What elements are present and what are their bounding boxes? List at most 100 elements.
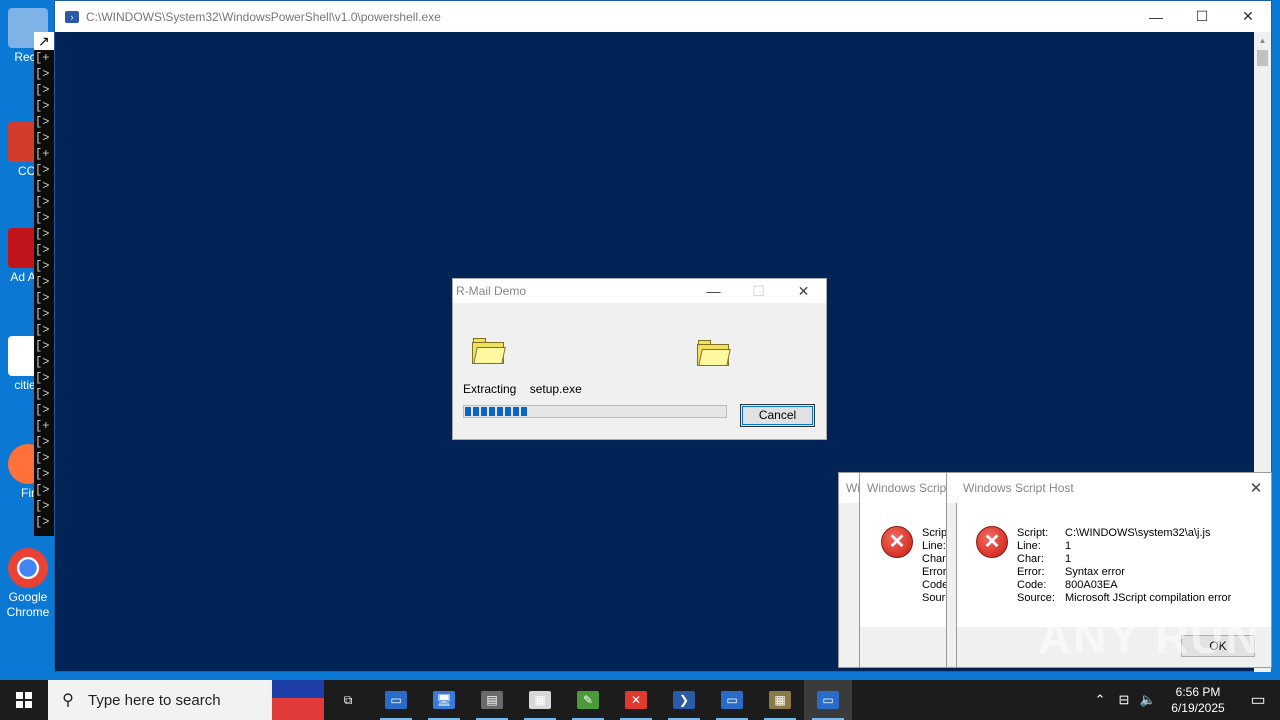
taskbar-apps: ⧉ ▭ 🖥 ▤ ▦ ✎ ✕ ❯ ▭ ▦ ▭: [324, 680, 852, 720]
destination-folder-icon: [697, 340, 731, 366]
progress-segment: [505, 407, 511, 416]
taskbar-app-4-button[interactable]: ▦: [516, 680, 564, 720]
console-line: [>: [35, 163, 50, 177]
console-line: [>: [35, 387, 50, 401]
rmail-demo-dialog[interactable]: R-Mail Demo — ☐ ✕ Extracting setup.exe C…: [452, 278, 827, 440]
system-tray: ⌃ ⊟ 🔈 6:56 PM 6/19/2025 ▭: [1088, 680, 1280, 720]
extraction-status: Extracting setup.exe: [463, 382, 592, 396]
taskbar-app-10-button[interactable]: ▭: [804, 680, 852, 720]
wsh-back-title-left: Wi: [846, 481, 859, 495]
wsh-detail-value: C:\WINDOWS\system32\a\j.js: [1065, 527, 1211, 539]
wsh-back-label: Sour: [922, 592, 946, 604]
minimize-button[interactable]: —: [1133, 1, 1179, 32]
console-line: [>: [35, 483, 50, 497]
close-button[interactable]: ✕: [781, 279, 826, 303]
console-line: [+: [35, 51, 50, 65]
start-button[interactable]: [0, 680, 48, 720]
progress-segment: [497, 407, 503, 416]
wsh-back-label: Code: [922, 579, 949, 591]
rmail-titlebar[interactable]: R-Mail Demo — ☐ ✕: [453, 279, 826, 303]
wsh-front-titlebar[interactable]: Windows Script Host ✕: [947, 473, 1271, 503]
progress-segment: [473, 407, 479, 416]
taskbar-app-6-button[interactable]: ✕: [612, 680, 660, 720]
powershell-icon: ›: [65, 10, 79, 23]
cancel-button[interactable]: Cancel: [740, 404, 815, 427]
console-line: [>: [35, 515, 50, 529]
wsh-detail-value: 1: [1065, 553, 1072, 565]
maximize-button[interactable]: ☐: [1179, 1, 1225, 32]
app-5-icon: ✎: [577, 691, 599, 709]
wsh-detail-label: Source:: [1017, 592, 1055, 604]
taskbar-app-3-button[interactable]: ▤: [468, 680, 516, 720]
clock-date: 6/19/2025: [1171, 701, 1225, 715]
progress-segment: [521, 407, 527, 416]
wsh-detail-label: Char:: [1017, 553, 1044, 565]
app-1-icon: ▭: [385, 691, 407, 709]
error-icon: ✕: [881, 526, 913, 558]
app-6-icon: ✕: [625, 691, 647, 709]
taskbar: ⚲ Type here to search ⧉ ▭ 🖥 ▤ ▦ ✎ ✕ ❯ ▭ ▦ ▭ ⌃ ⊟ 🔈 …: [0, 680, 1280, 720]
tray-overflow-icon[interactable]: ⌃: [1088, 692, 1112, 708]
console-line: [>: [35, 67, 50, 81]
console-line: [>: [35, 435, 50, 449]
wsh-back-label: Scrip: [922, 527, 948, 539]
close-button[interactable]: ✕: [1241, 479, 1271, 497]
volume-icon[interactable]: 🔈: [1136, 692, 1160, 708]
taskbar-app-8-button[interactable]: ▭: [708, 680, 756, 720]
wsh-back-label: Error: [922, 566, 947, 578]
wsh-error-details: Script: C:\WINDOWS\system32\a\j.js Line: 1 C…: [1017, 527, 1231, 605]
powershell-title: C:\WINDOWS\System32\WindowsPowerShell\v1…: [86, 9, 441, 24]
console-line: [>: [35, 179, 50, 193]
app-2-icon: 🖥: [433, 691, 455, 709]
console-line: [>: [35, 99, 50, 113]
console-line: [>: [35, 83, 50, 97]
clock[interactable]: 6:56 PM 6/19/2025: [1160, 684, 1236, 716]
powershell-titlebar[interactable]: › C:\WINDOWS\System32\WindowsPowerShell\…: [55, 1, 1271, 32]
console-line: [>: [35, 371, 50, 385]
taskbar-app-5-button[interactable]: ✎: [564, 680, 612, 720]
wsh-back-title: Windows Scrip: [867, 481, 947, 495]
windows-logo-icon: [16, 692, 32, 708]
console-line: [>: [35, 115, 50, 129]
desktop-icon-chrome[interactable]: Google Chrome: [4, 548, 52, 620]
console-window[interactable]: ↗ [+ [> [> [> [> [> [+ [> [> [> [> [> [> [> [> [> [> [> [>…: [34, 32, 55, 536]
wsh-detail-value: 1: [1065, 540, 1072, 552]
taskbar-task-view-button[interactable]: ⧉: [324, 680, 372, 720]
notification-icon[interactable]: ▭: [1236, 690, 1280, 710]
extraction-progress-bar: [463, 405, 727, 418]
rmail-title: R-Mail Demo: [456, 284, 527, 298]
task-view-icon: ⧉: [337, 691, 359, 709]
taskbar-app-2-button[interactable]: 🖥: [420, 680, 468, 720]
console-line: [>: [35, 355, 50, 369]
search-box[interactable]: ⚲ Type here to search: [48, 680, 324, 720]
wsh-back-labels: Scrip Line: Char Error Code Sour: [922, 527, 948, 605]
console-line: [+: [35, 147, 50, 161]
search-icon: ⚲: [62, 692, 74, 709]
console-line: [>: [35, 259, 50, 273]
progress-segment: [489, 407, 495, 416]
wsh-back-label: Line:: [922, 540, 946, 552]
console-output: [+ [> [> [> [> [> [+ [> [> [> [> [> [> [> [> [> [> [> [> [>…: [34, 50, 55, 530]
progress-segment: [513, 407, 519, 416]
console-line: [>: [35, 467, 50, 481]
error-icon: ✕: [976, 526, 1008, 558]
console-cursor-icon: ↗: [34, 32, 55, 50]
scroll-up-arrow-icon[interactable]: ▲: [1254, 32, 1271, 49]
wsh-dialog-back[interactable]: Wi Windows Scrip ✕ Scrip Line: Char Error Co…: [838, 472, 958, 668]
anyrun-watermark: ANY RUN: [1038, 611, 1261, 663]
console-line: [>: [35, 451, 50, 465]
app-4-icon: ▦: [529, 691, 551, 709]
taskbar-app-9-button[interactable]: ▦: [756, 680, 804, 720]
progress-segment: [481, 407, 487, 416]
taskbar-app-1-button[interactable]: ▭: [372, 680, 420, 720]
scrollbar-thumb[interactable]: [1257, 50, 1268, 66]
console-line: [>: [35, 339, 50, 353]
desktop-icon-label: Fir: [21, 486, 35, 500]
close-button[interactable]: ✕: [1225, 1, 1271, 32]
maximize-button: ☐: [752, 282, 765, 299]
console-line: [>: [35, 275, 50, 289]
taskbar-powershell-button[interactable]: ❯: [660, 680, 708, 720]
network-icon[interactable]: ⊟: [1112, 692, 1136, 708]
minimize-button[interactable]: —: [691, 279, 736, 303]
search-placeholder: Type here to search: [88, 691, 221, 709]
